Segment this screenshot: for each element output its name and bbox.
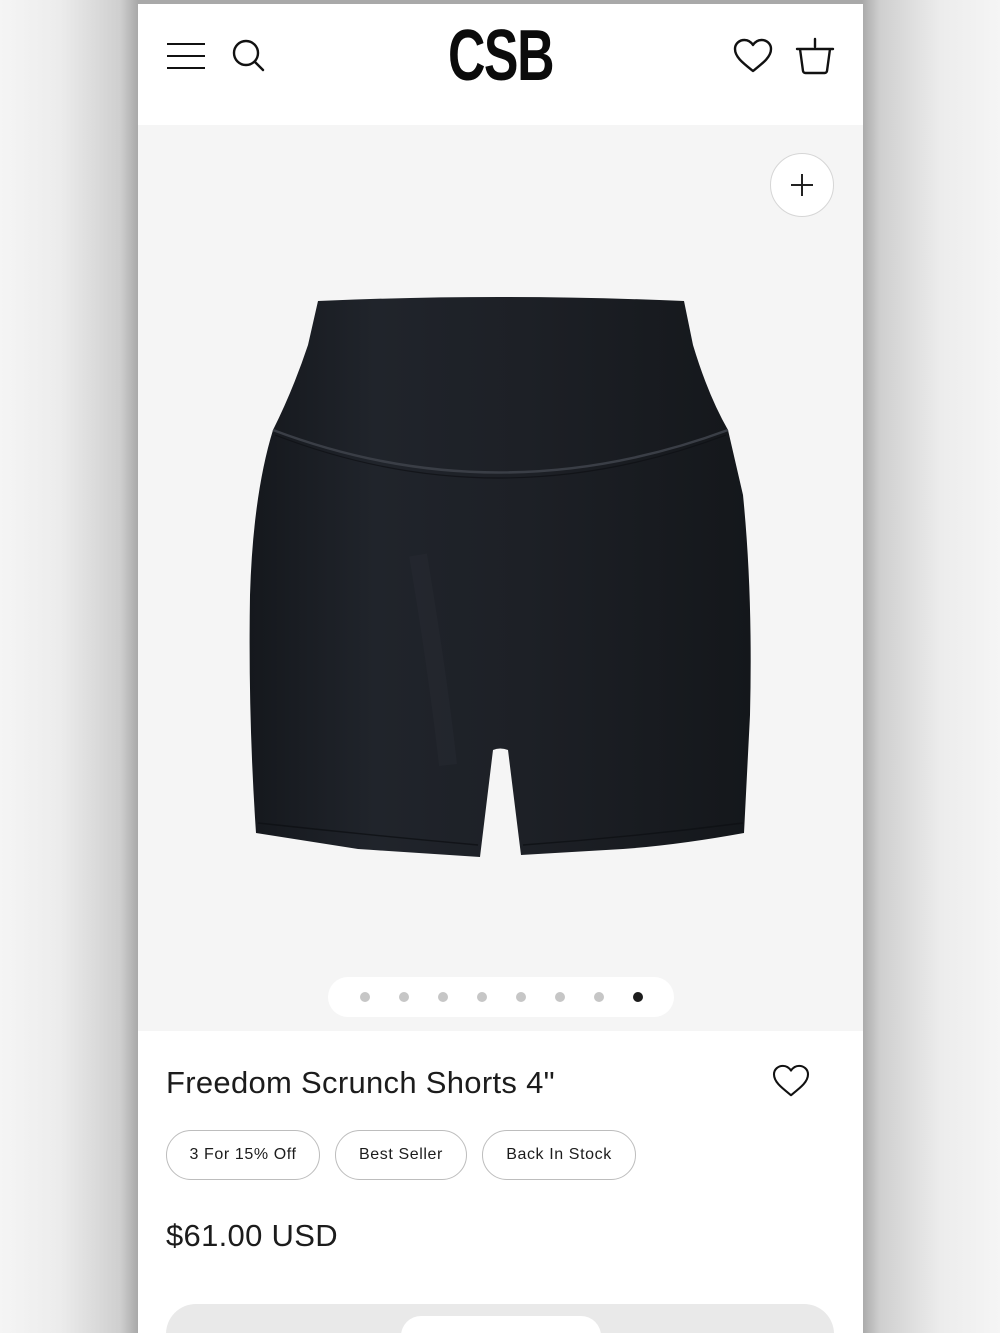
- heart-icon: [772, 1064, 810, 1097]
- add-to-wishlist-button[interactable]: [770, 1061, 812, 1101]
- menu-button[interactable]: [164, 36, 208, 76]
- carousel-dot[interactable]: [554, 992, 565, 1002]
- brand-logo[interactable]: CSB: [448, 16, 555, 96]
- basket-icon: [795, 37, 835, 75]
- menu-icon: [167, 43, 205, 69]
- product-title: Freedom Scrunch Shorts 4": [166, 1065, 555, 1100]
- cart-button[interactable]: [792, 34, 838, 78]
- page-sheet: CSB Freedom Scrunch Shorts 4" 3 For 15% …: [138, 4, 863, 1333]
- wishlist-button[interactable]: [730, 34, 776, 78]
- product-info: Freedom Scrunch Shorts 4" 3 For 15% Off …: [138, 1031, 863, 1333]
- carousel-indicators: [328, 977, 674, 1017]
- product-image: [249, 297, 751, 857]
- carousel-dot-active[interactable]: [632, 992, 643, 1002]
- carousel-dot[interactable]: [398, 992, 409, 1002]
- tag-best-seller[interactable]: Best Seller: [335, 1130, 467, 1180]
- zoom-button[interactable]: [770, 153, 834, 217]
- product-price: $61.00 USD: [166, 1218, 338, 1253]
- carousel-dot[interactable]: [476, 992, 487, 1002]
- plus-icon: [791, 174, 813, 196]
- carousel-dot[interactable]: [359, 992, 370, 1002]
- tag-back-in-stock[interactable]: Back In Stock: [482, 1130, 636, 1180]
- option-selected-pill[interactable]: [401, 1316, 601, 1333]
- site-header: CSB: [138, 4, 863, 125]
- tag-promo[interactable]: 3 For 15% Off: [166, 1130, 320, 1180]
- product-tags: 3 For 15% Off Best Seller Back In Stock: [166, 1130, 636, 1180]
- carousel-dot[interactable]: [593, 992, 604, 1002]
- carousel-dot[interactable]: [437, 992, 448, 1002]
- search-icon: [232, 39, 265, 72]
- heart-icon: [733, 38, 773, 73]
- product-gallery[interactable]: [138, 125, 863, 1031]
- search-button[interactable]: [228, 34, 270, 78]
- option-selector[interactable]: [166, 1304, 834, 1333]
- carousel-dot[interactable]: [515, 992, 526, 1002]
